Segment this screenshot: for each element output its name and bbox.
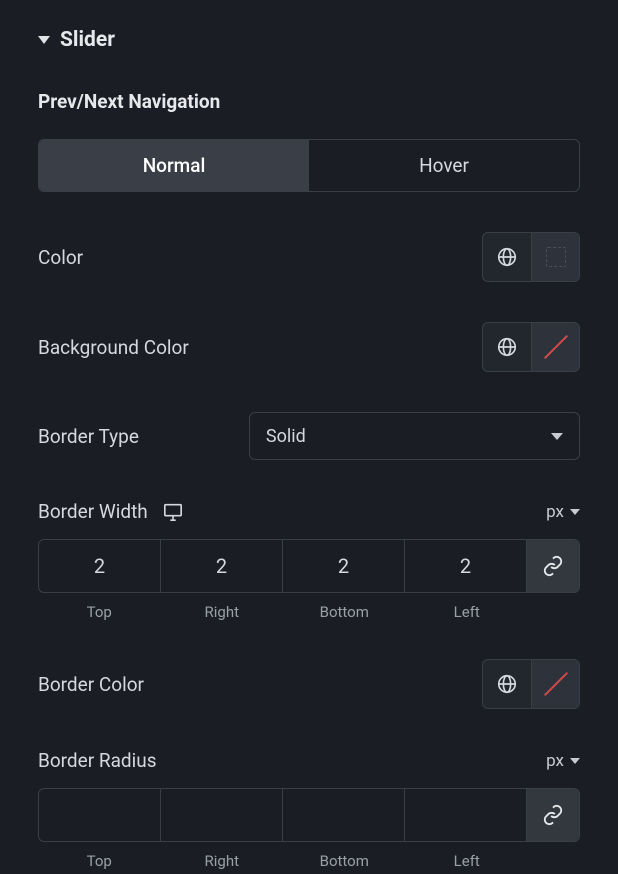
desktop-icon: [162, 502, 184, 522]
label-right: Right: [161, 603, 284, 621]
state-tabs: Normal Hover: [38, 139, 580, 192]
border-radius-link-toggle[interactable]: [527, 789, 579, 841]
no-color-icon: [543, 672, 567, 696]
label-top: Top: [38, 603, 161, 621]
bgcolor-global-button[interactable]: [483, 323, 531, 371]
row-border-type: Border Type Solid: [38, 412, 580, 460]
color-global-button[interactable]: [483, 233, 531, 281]
label-bottom: Bottom: [283, 603, 406, 621]
no-color-icon: [543, 335, 567, 359]
border-radius-labels: Top Right Bottom Left: [38, 852, 580, 870]
globe-icon: [496, 336, 518, 358]
row-border-width-header: Border Width px: [38, 500, 580, 523]
border-width-left-input[interactable]: 2: [405, 540, 527, 592]
empty-swatch-icon: [546, 247, 566, 267]
border-width-right-input[interactable]: 2: [161, 540, 283, 592]
caret-down-icon: [38, 36, 50, 44]
label-left: Left: [406, 852, 529, 870]
label-border-radius: Border Radius: [38, 749, 157, 772]
bgcolor-control-group: [482, 322, 580, 372]
border-radius-unit: px: [546, 751, 564, 771]
link-icon: [542, 804, 564, 826]
border-type-select[interactable]: Solid: [249, 412, 580, 460]
border-radius-unit-select[interactable]: px: [546, 751, 580, 771]
label-right: Right: [161, 852, 284, 870]
border-width-unit: px: [546, 502, 564, 522]
bordercolor-global-button[interactable]: [483, 660, 531, 708]
border-radius-right-input[interactable]: [161, 789, 283, 841]
border-radius-inputs: [38, 788, 580, 842]
tab-hover[interactable]: Hover: [309, 140, 579, 191]
globe-icon: [496, 673, 518, 695]
chevron-down-icon: [570, 758, 580, 764]
border-width-bottom-input[interactable]: 2: [283, 540, 405, 592]
chevron-down-icon: [551, 433, 563, 440]
responsive-toggle[interactable]: [162, 502, 184, 522]
subsection-title: Prev/Next Navigation: [38, 90, 580, 113]
border-radius-top-input[interactable]: [39, 789, 161, 841]
border-width-unit-select[interactable]: px: [546, 502, 580, 522]
globe-icon: [496, 246, 518, 268]
color-control-group: [482, 232, 580, 282]
row-border-radius-header: Border Radius px: [38, 749, 580, 772]
section-title: Slider: [60, 28, 115, 52]
label-color: Color: [38, 246, 83, 269]
label-bottom: Bottom: [283, 852, 406, 870]
bgcolor-swatch-button[interactable]: [531, 323, 579, 371]
color-swatch-button[interactable]: [531, 233, 579, 281]
section-toggle-slider[interactable]: Slider: [38, 28, 580, 52]
chevron-down-icon: [570, 509, 580, 515]
border-width-top-input[interactable]: 2: [39, 540, 161, 592]
border-width-inputs: 2 2 2 2: [38, 539, 580, 593]
bordercolor-control-group: [482, 659, 580, 709]
tab-normal[interactable]: Normal: [39, 140, 309, 191]
label-left: Left: [406, 603, 529, 621]
label-top: Top: [38, 852, 161, 870]
row-background-color: Background Color: [38, 322, 580, 372]
label-border-color: Border Color: [38, 673, 144, 696]
label-border-type: Border Type: [38, 425, 139, 448]
row-color: Color: [38, 232, 580, 282]
border-width-link-toggle[interactable]: [527, 540, 579, 592]
row-border-color: Border Color: [38, 659, 580, 709]
border-radius-bottom-input[interactable]: [283, 789, 405, 841]
label-background-color: Background Color: [38, 336, 189, 359]
bordercolor-swatch-button[interactable]: [531, 660, 579, 708]
border-width-labels: Top Right Bottom Left: [38, 603, 580, 621]
label-border-width: Border Width: [38, 500, 148, 523]
link-icon: [542, 555, 564, 577]
border-type-value: Solid: [266, 426, 306, 447]
border-radius-left-input[interactable]: [405, 789, 527, 841]
